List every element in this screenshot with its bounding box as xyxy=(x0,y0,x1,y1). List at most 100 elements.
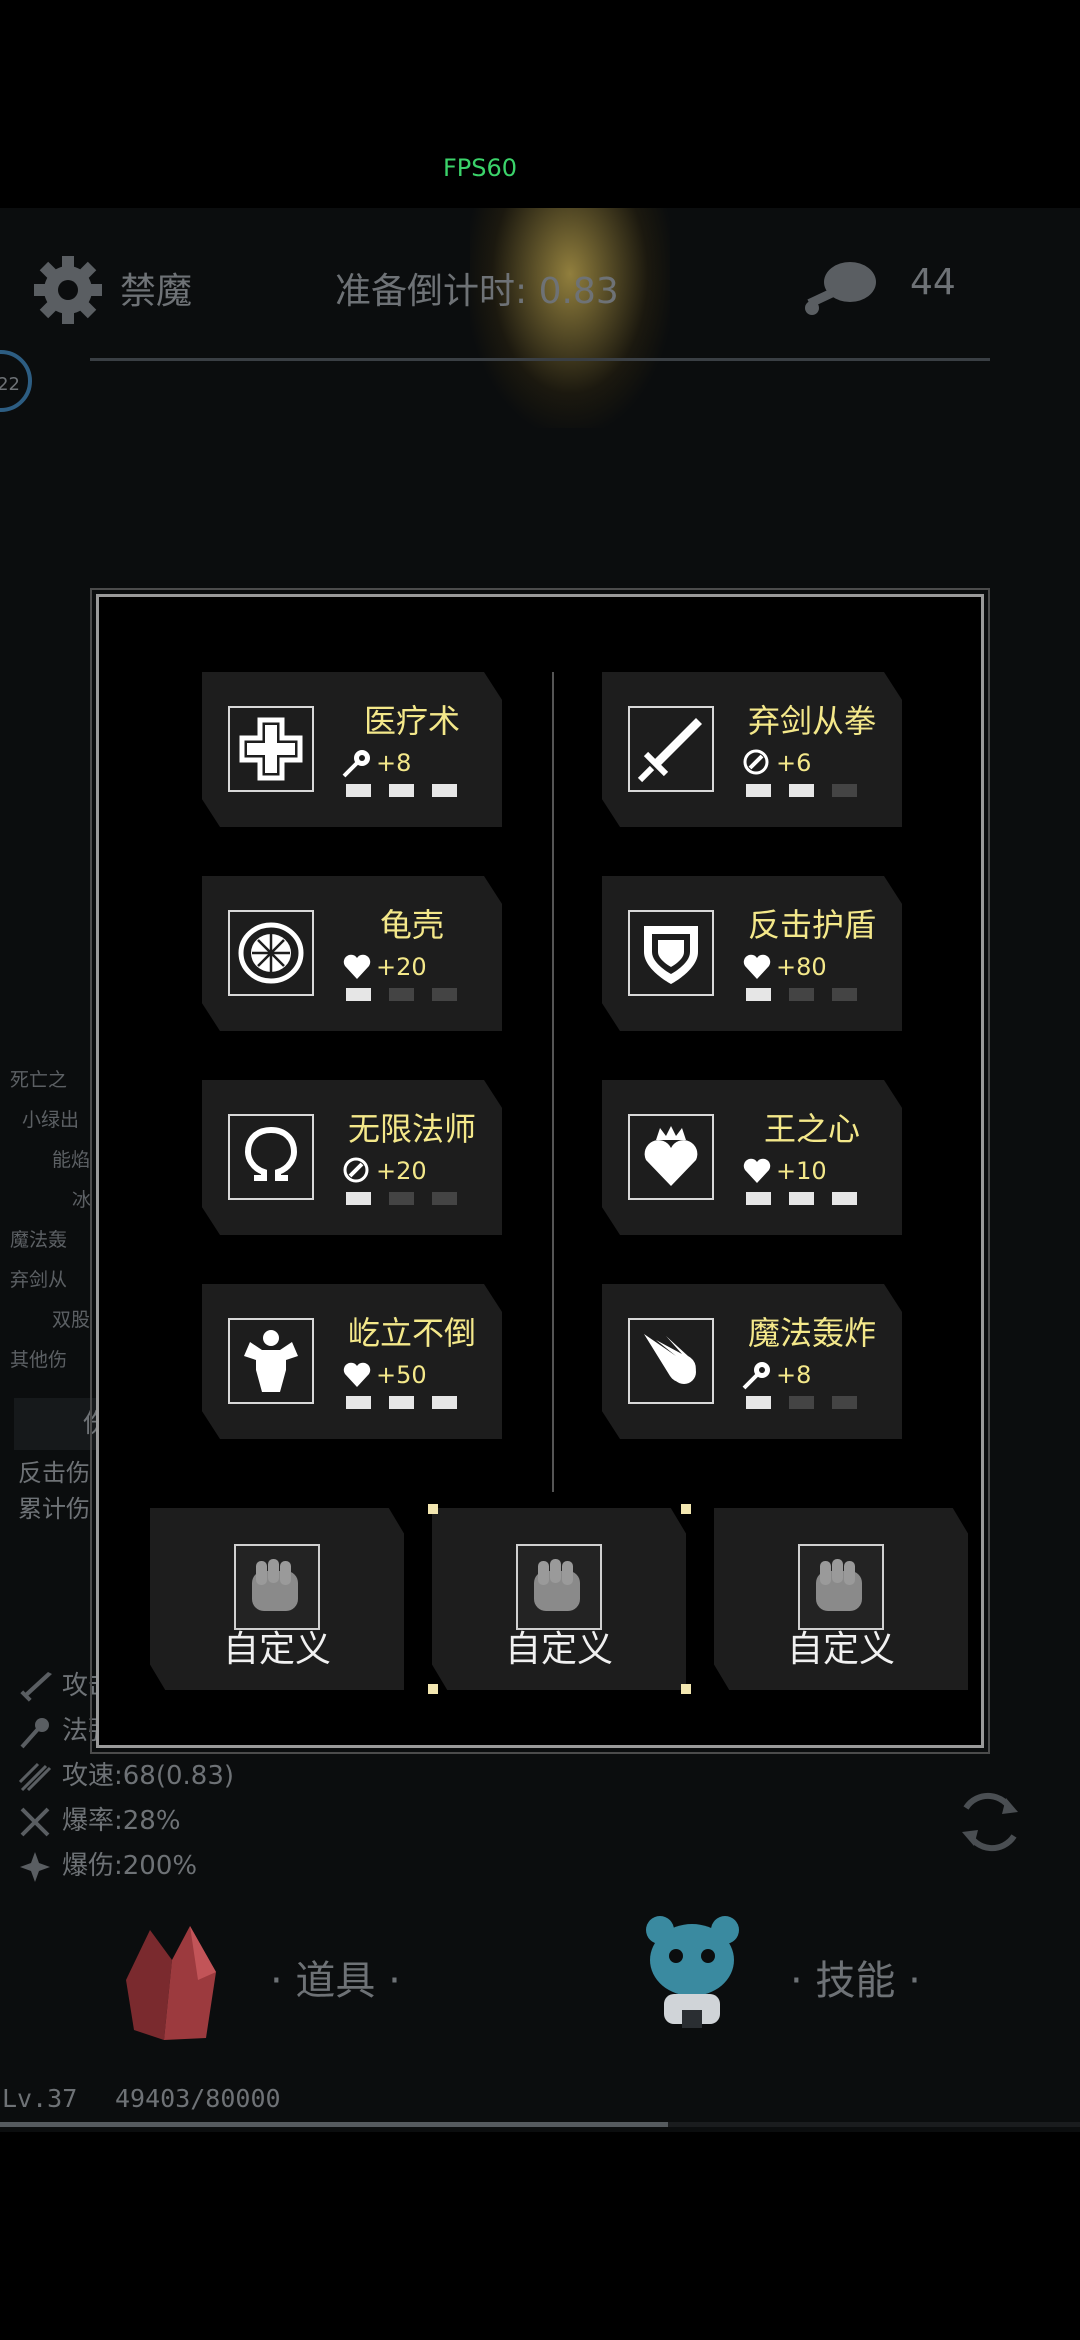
level-pip xyxy=(389,1192,414,1205)
stat-text: 攻速:68(0.83) xyxy=(62,1761,235,1791)
level-pip xyxy=(346,784,371,797)
stat-crit-rate: 爆率:28% xyxy=(18,1799,234,1844)
selection-corner xyxy=(428,1684,438,1694)
skill-level-pips xyxy=(346,1192,457,1205)
skill-stat: +20 xyxy=(342,1156,427,1186)
skill-card[interactable]: 无限法师 +20 xyxy=(202,1080,502,1235)
skill-name: 医疗术 xyxy=(363,702,460,740)
skill-stat: +80 xyxy=(742,952,827,982)
skill-name: 龟壳 xyxy=(379,906,444,944)
player-level: Lv.37 xyxy=(2,2084,78,2113)
fps-counter: FPS60 xyxy=(442,154,518,182)
stat-line: 能焰 xyxy=(52,1149,91,1171)
custom-slot-label: 自定义 xyxy=(222,1629,331,1670)
stat-line: 其他伤 xyxy=(10,1349,68,1371)
items-tab[interactable]: · 道具 · xyxy=(270,1948,401,2006)
stat-line: 双股 xyxy=(52,1309,91,1331)
skills-tab[interactable]: · 技能 · xyxy=(790,1948,921,2006)
skill-stat: +20 xyxy=(342,952,427,982)
skill-stat: +8 xyxy=(742,1360,811,1390)
fist-icon xyxy=(252,1559,298,1611)
skill-name: 弃剑从拳 xyxy=(747,702,876,740)
level-pip xyxy=(746,1192,771,1205)
mode-label: 禁魔 xyxy=(120,271,193,312)
fist-power-icon xyxy=(343,1157,369,1183)
heart-icon xyxy=(343,1362,371,1387)
selection-corner xyxy=(681,1504,691,1514)
skill-stat-value: +80 xyxy=(776,953,827,981)
skill-stat-value: +10 xyxy=(776,1157,827,1185)
skill-card[interactable]: 反击护盾 +80 xyxy=(602,876,902,1031)
top-bar-frame xyxy=(90,340,990,361)
skill-level-pips xyxy=(346,784,457,797)
skill-icon-box xyxy=(628,1114,714,1200)
spiked-shield-icon xyxy=(644,926,698,984)
level-pip xyxy=(346,1192,371,1205)
level-pip xyxy=(389,988,414,1001)
stat-line: 弃剑从 xyxy=(10,1269,68,1291)
panel-divider xyxy=(552,672,554,1492)
custom-slot[interactable]: 自定义 xyxy=(150,1508,404,1690)
skill-card[interactable]: 龟壳 +20 xyxy=(202,876,502,1031)
skill-card[interactable]: 王之心 +10 xyxy=(602,1080,902,1235)
level-pip xyxy=(432,1192,457,1205)
heart-icon xyxy=(743,1158,771,1183)
skill-level-pips xyxy=(746,1192,857,1205)
level-pip xyxy=(832,988,857,1001)
custom-slot[interactable]: 自定义 xyxy=(432,1508,686,1690)
selection-corner xyxy=(428,1504,438,1514)
level-pip xyxy=(746,784,771,797)
attack-speed-icon xyxy=(18,1762,52,1791)
damage-tab[interactable]: 伤 xyxy=(14,1398,109,1450)
crit-rate-icon xyxy=(20,1807,50,1836)
custom-slot-label: 自定义 xyxy=(504,1629,613,1670)
skill-stat-value: +8 xyxy=(776,1361,812,1389)
skill-stat: +8 xyxy=(342,748,411,778)
gear-icon[interactable] xyxy=(28,250,108,330)
stat-text: 爆率:28% xyxy=(62,1806,181,1836)
skill-icon-box xyxy=(228,1114,314,1200)
stat-text: 爆伤:200% xyxy=(62,1851,198,1881)
skill-stat: +50 xyxy=(342,1360,427,1390)
skill-stat-value: +50 xyxy=(376,1361,427,1389)
level-pip xyxy=(389,1396,414,1409)
skill-level-pips xyxy=(346,1396,457,1409)
meat-count: 44 xyxy=(910,262,956,303)
fist-power-icon xyxy=(743,749,769,775)
skill-icon-box xyxy=(628,910,714,996)
level-pip xyxy=(746,1396,771,1409)
skill-stat-value: +20 xyxy=(376,1157,427,1185)
skill-stat-value: +8 xyxy=(376,749,412,777)
skill-card[interactable]: 屹立不倒 +50 xyxy=(202,1284,502,1439)
skill-card[interactable]: 医疗术 +8 xyxy=(202,672,502,827)
skill-stat-value: +20 xyxy=(376,953,427,981)
custom-slot-label: 自定义 xyxy=(786,1629,895,1670)
selection-corner xyxy=(681,1684,691,1694)
skill-icon-box xyxy=(228,1318,314,1404)
skill-level-pips xyxy=(346,988,457,1001)
skill-card[interactable]: 魔法轰炸 +8 xyxy=(602,1284,902,1439)
bear-mascot-icon[interactable] xyxy=(640,1912,745,2032)
fireball-icon xyxy=(644,1334,696,1384)
turtle-shell-icon xyxy=(238,922,304,984)
skill-icon-box xyxy=(628,706,714,792)
skill-name: 反击护盾 xyxy=(747,906,876,944)
stat-line: 死亡之 xyxy=(10,1069,68,1091)
crystal-icon[interactable] xyxy=(120,1920,230,2045)
xp-progress-track xyxy=(668,2122,1080,2127)
spell-glow-effect xyxy=(470,208,670,428)
swap-icon[interactable] xyxy=(950,1782,1030,1862)
level-pip xyxy=(789,1192,814,1205)
stat-line: 小绿出 xyxy=(22,1109,80,1131)
custom-slot[interactable]: 自定义 xyxy=(714,1508,968,1690)
level-pip xyxy=(789,784,814,797)
damage-stats-list: 死亡之 小绿出 能焰 冰 魔法轰 弃剑从 双股 其他伤 xyxy=(10,1060,105,1380)
stat-attack-speed: 攻速:68(0.83) xyxy=(18,1754,234,1799)
level-pip xyxy=(789,1396,814,1409)
crit-damage-icon xyxy=(20,1851,50,1882)
skill-card[interactable]: 弃剑从拳 +6 xyxy=(602,672,902,827)
heart-icon xyxy=(743,954,771,979)
skill-level-pips xyxy=(746,988,857,1001)
fist-icon xyxy=(534,1559,580,1611)
fist-icon xyxy=(816,1559,862,1611)
